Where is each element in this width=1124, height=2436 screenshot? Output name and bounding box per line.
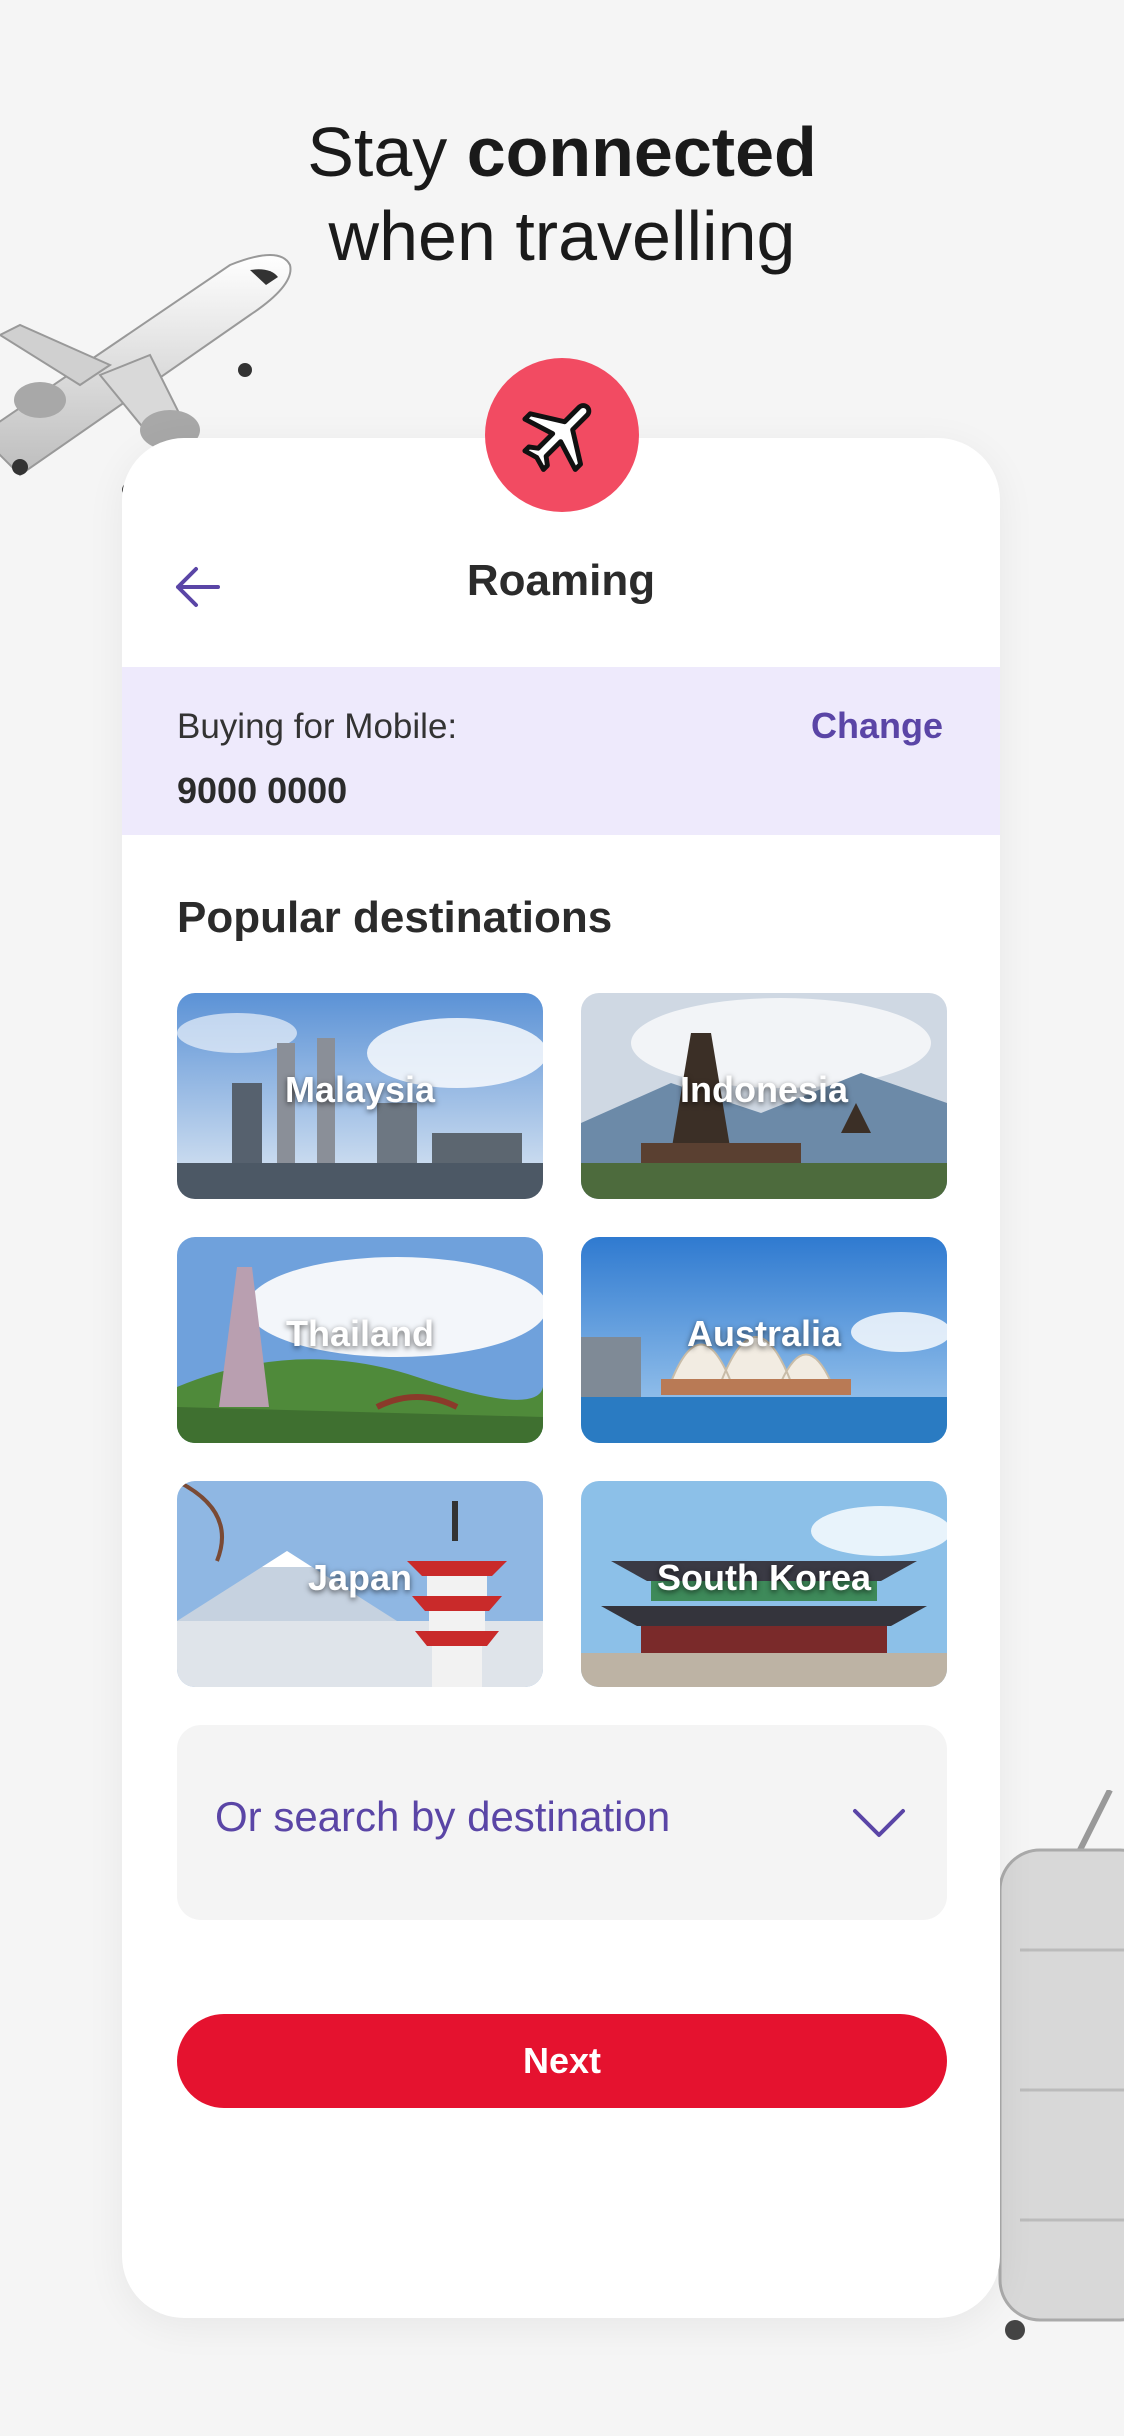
airplane-badge — [485, 358, 639, 512]
destination-tile-australia[interactable]: Australia — [581, 1237, 947, 1443]
destination-name: Indonesia — [679, 1069, 849, 1110]
destination-tile-malaysia[interactable]: Malaysia — [177, 993, 543, 1199]
destination-tile-japan[interactable]: Japan — [177, 1481, 543, 1687]
buying-for-label: Buying for Mobile: — [177, 707, 458, 746]
chevron-down-icon — [853, 1809, 905, 1837]
destination-name: Australia — [686, 1313, 842, 1354]
airplane-icon — [522, 403, 592, 472]
roaming-screen: Roaming Buying for Mobile: Change 9000 0… — [122, 438, 1000, 2318]
buying-for-panel: Buying for Mobile: Change 9000 0000 — [122, 667, 1000, 835]
page-title: Roaming — [466, 556, 656, 605]
section-title: Popular destinations — [177, 893, 613, 942]
search-placeholder: Or search by destination — [215, 1793, 671, 1840]
destination-tile-indonesia[interactable]: Indonesia — [581, 993, 947, 1199]
next-button[interactable]: Next — [177, 2014, 947, 2108]
mobile-number: 9000 0000 — [177, 770, 348, 811]
destination-tile-south-korea[interactable]: South Korea — [581, 1481, 947, 1687]
destination-name: Malaysia — [284, 1069, 436, 1110]
change-number-link[interactable]: Change — [811, 705, 943, 747]
destination-search-dropdown[interactable]: Or search by destination — [177, 1725, 947, 1920]
top-bar: Roaming — [122, 548, 1000, 622]
headline-line-1: Stay connected — [307, 113, 817, 191]
destination-name: Japan — [307, 1557, 413, 1598]
destination-name: Thailand — [285, 1313, 434, 1354]
destination-tile-thailand[interactable]: Thailand — [177, 1237, 543, 1443]
destination-name: South Korea — [656, 1557, 871, 1598]
headline-bold: connected — [466, 113, 817, 191]
destinations-grid: Malaysia Indonesia Thailand Australia Ja… — [177, 993, 947, 1687]
